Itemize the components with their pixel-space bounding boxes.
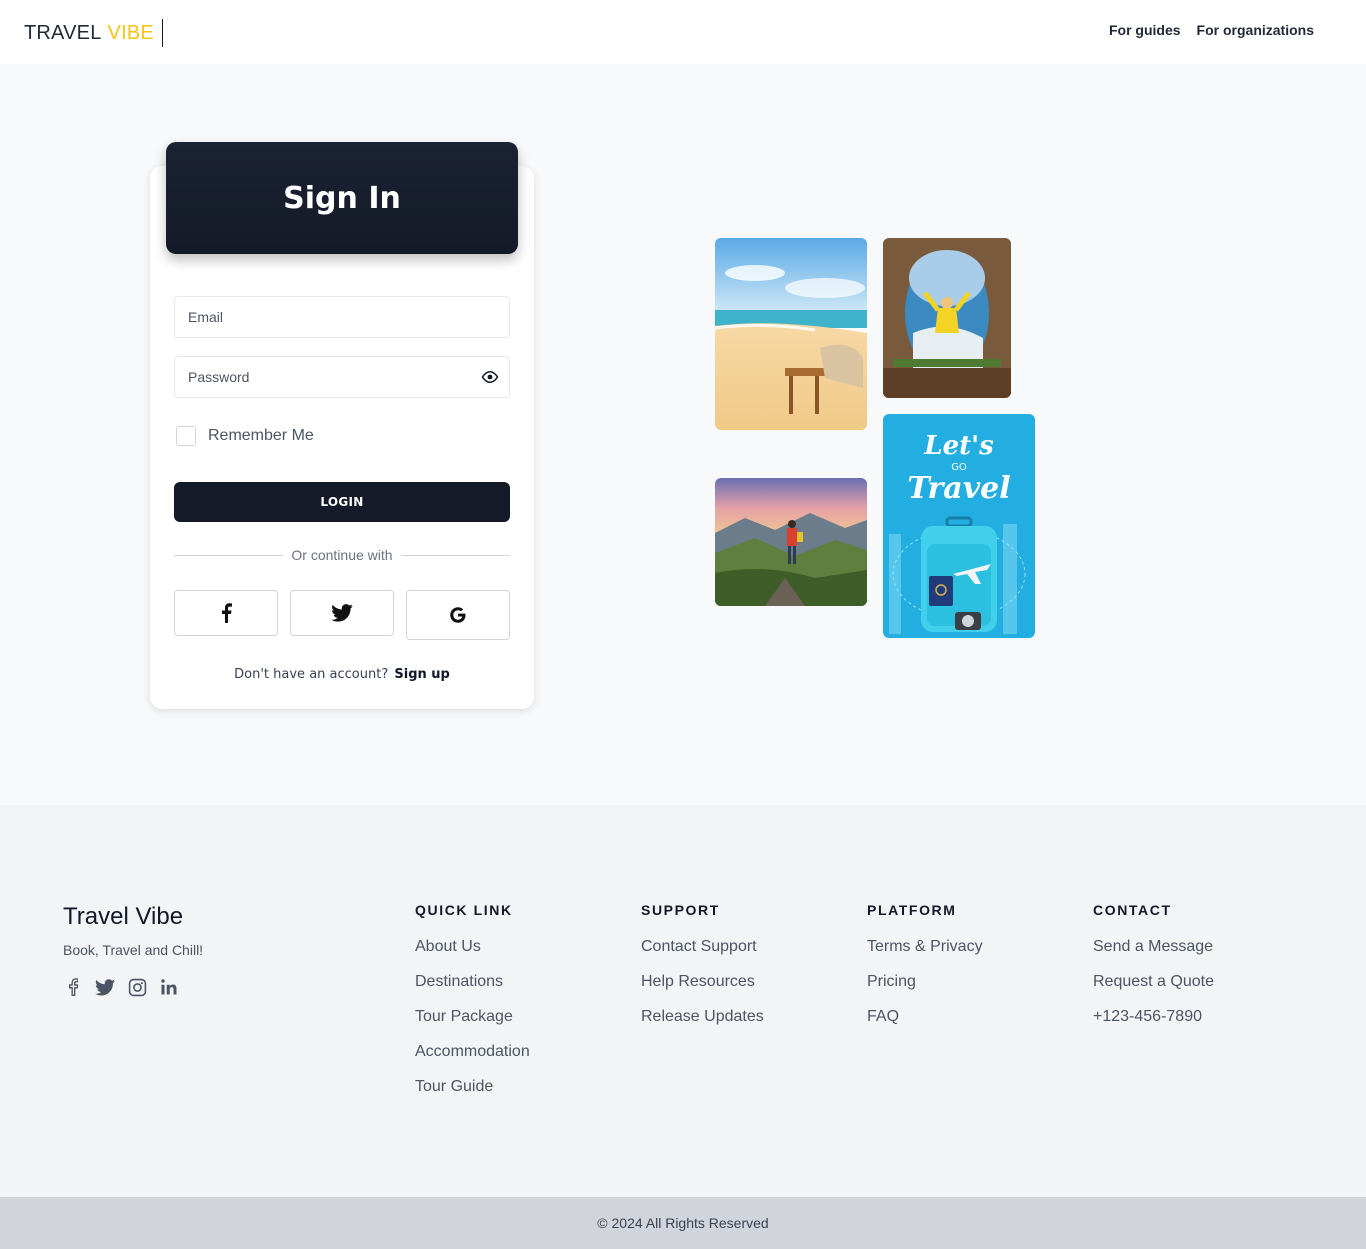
footer-brand: Travel Vibe (63, 903, 184, 930)
footer-tagline: Book, Travel and Chill! (63, 942, 204, 958)
continue-divider: Or continue with (174, 546, 511, 564)
cliff-jump-photo (883, 238, 1011, 398)
beach-photo (715, 238, 867, 430)
google-login-button[interactable] (406, 590, 510, 640)
logo-travel: TRAVEL (24, 21, 102, 44)
remember-checkbox[interactable] (176, 426, 196, 446)
signin-title: Sign In (283, 180, 401, 216)
footer-col-quick-link: QUICK LINK About Us Destinations Tour Pa… (415, 902, 530, 1113)
twitter-icon (331, 604, 353, 622)
footer-col-platform: PLATFORM Terms & Privacy Pricing FAQ (867, 902, 983, 1043)
email-input[interactable] (175, 297, 509, 337)
linkedin-icon[interactable] (159, 977, 179, 997)
signin-header: Sign In (166, 142, 518, 254)
signup-link[interactable]: Sign up (394, 667, 449, 682)
email-field[interactable] (174, 296, 510, 338)
footer-col-title: CONTACT (1093, 902, 1172, 918)
mountain-hiker-image (715, 478, 867, 606)
facebook-icon (222, 603, 232, 623)
instagram-icon[interactable] (127, 977, 147, 997)
footer-link-request-quote[interactable]: Request a Quote (1093, 973, 1214, 991)
footer-link-about-us[interactable]: About Us (415, 938, 530, 956)
footer-social-links (63, 977, 179, 997)
footer-link-pricing[interactable]: Pricing (867, 973, 983, 991)
nav-for-organizations[interactable]: For organizations (1197, 22, 1314, 38)
footer-link-faq[interactable]: FAQ (867, 1008, 983, 1026)
top-header: TRAVEL VIBE For guides For organizations (0, 0, 1366, 64)
logo-vibe: VIBE (107, 21, 154, 44)
footer-col-title: QUICK LINK (415, 902, 513, 918)
copyright-bar: © 2024 All Rights Reserved (0, 1197, 1366, 1249)
footer-col-title: PLATFORM (867, 902, 957, 918)
footer-link-phone[interactable]: +123-456-7890 (1093, 1008, 1214, 1026)
footer-col-support: SUPPORT Contact Support Help Resources R… (641, 902, 764, 1043)
top-nav: For guides For organizations (1109, 22, 1314, 38)
footer-link-tour-package[interactable]: Tour Package (415, 1008, 530, 1026)
twitter-login-button[interactable] (290, 590, 394, 636)
footer-link-tour-guide[interactable]: Tour Guide (415, 1078, 530, 1096)
footer-col-contact: CONTACT Send a Message Request a Quote +… (1093, 902, 1214, 1043)
password-input[interactable] (175, 357, 509, 397)
travel-poster-image: Let's GO Travel (883, 414, 1035, 638)
divider-line-right (400, 554, 511, 556)
divider-text: Or continue with (291, 547, 393, 563)
logo[interactable]: TRAVEL VIBE (24, 19, 163, 47)
login-button[interactable]: LOGIN (174, 482, 510, 522)
google-icon (450, 607, 466, 623)
eye-icon[interactable] (481, 370, 499, 384)
logo-divider (161, 19, 163, 47)
footer-link-accommodation[interactable]: Accommodation (415, 1043, 530, 1061)
poster-text-lets: Let's (923, 431, 994, 461)
beach-image (715, 238, 867, 430)
twitter-icon[interactable] (95, 977, 115, 997)
footer-link-contact-support[interactable]: Contact Support (641, 938, 764, 956)
footer-link-release-updates[interactable]: Release Updates (641, 1008, 764, 1026)
footer-col-title: SUPPORT (641, 902, 720, 918)
footer-link-destinations[interactable]: Destinations (415, 973, 530, 991)
facebook-login-button[interactable] (174, 590, 278, 636)
mountain-hiker-photo (715, 478, 867, 606)
remember-me[interactable]: Remember Me (176, 426, 314, 446)
footer-link-help-resources[interactable]: Help Resources (641, 973, 764, 991)
copyright-text: © 2024 All Rights Reserved (597, 1215, 769, 1231)
facebook-icon[interactable] (63, 977, 83, 997)
divider-line-left (174, 554, 284, 556)
password-field[interactable] (174, 356, 510, 398)
remember-label: Remember Me (208, 427, 314, 444)
lets-go-travel-poster: Let's GO Travel (883, 414, 1035, 638)
footer-link-terms-privacy[interactable]: Terms & Privacy (867, 938, 983, 956)
signup-prompt: Don't have an account? Sign up (150, 667, 534, 682)
footer-link-send-message[interactable]: Send a Message (1093, 938, 1214, 956)
nav-for-guides[interactable]: For guides (1109, 22, 1181, 38)
poster-text-travel: Travel (907, 471, 1010, 506)
cliff-jump-image (883, 238, 1011, 398)
signup-text: Don't have an account? (234, 667, 389, 682)
